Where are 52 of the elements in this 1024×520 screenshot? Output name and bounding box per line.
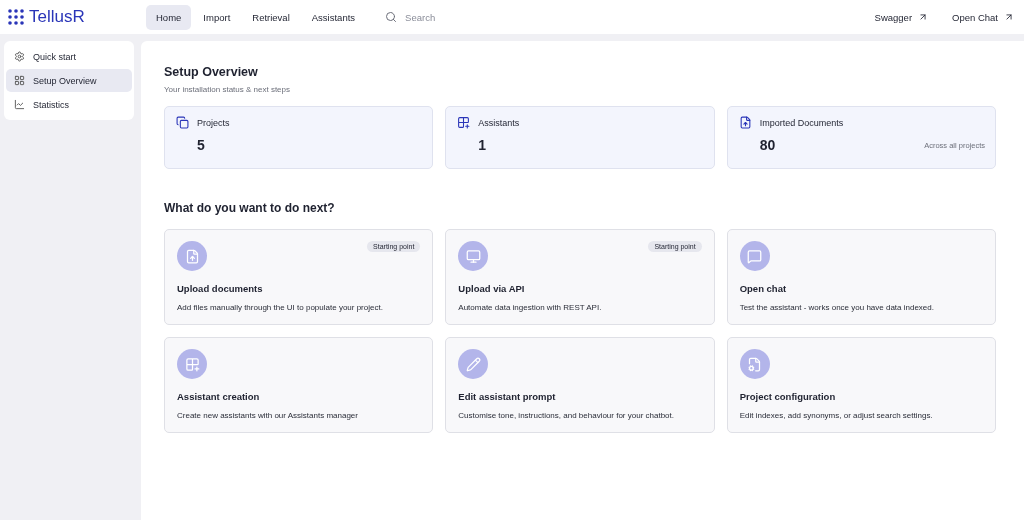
nav-tab[interactable]: Assistants — [301, 4, 366, 30]
action-description: Automate data ingestion with REST API. — [458, 303, 603, 312]
grid-plus-icon — [177, 349, 207, 379]
line-chart-icon — [14, 99, 25, 110]
grid-icon — [14, 75, 25, 86]
action-title: Upload documents — [177, 283, 264, 294]
stat-value: 80 — [759, 137, 776, 153]
sidebar-item[interactable]: Setup Overview — [6, 69, 132, 92]
action-card[interactable]: Open chat Test the assistant - works once you have data indexed. — [726, 229, 996, 325]
brand-name: TellusR — [29, 7, 85, 27]
action-card[interactable]: Project configuration Edit indexes, add synonyms, or adjust search settings. — [726, 337, 996, 433]
copy-icon — [176, 116, 189, 129]
action-description: Test the assistant - works once you have data indexed. — [739, 303, 935, 312]
file-gear-icon — [739, 349, 770, 379]
section-title: What do you want to do next? — [164, 201, 336, 215]
action-description: Edit indexes, add synonyms, or adjust search settings. — [739, 411, 934, 420]
nav-tab[interactable]: Retrieval — [242, 4, 300, 30]
monitor-icon — [458, 241, 489, 271]
header-link[interactable]: Swagger — [874, 11, 929, 23]
stat-label: Imported Documents — [759, 117, 844, 128]
stat-label: Projects — [197, 117, 230, 128]
stat-value: 5 — [197, 137, 205, 153]
action-title: Project configuration — [739, 391, 837, 402]
stat-value: 1 — [478, 137, 487, 153]
action-title: Edit assistant prompt — [458, 391, 557, 402]
external-link-icon — [1004, 12, 1014, 22]
file-upload-icon — [177, 241, 207, 271]
action-description: Customise tone, instructions, and behaviour for your chatbot. — [458, 411, 675, 420]
pencil-icon — [458, 349, 489, 379]
chat-icon — [739, 241, 770, 271]
action-title: Upload via API — [458, 283, 526, 294]
logo-icon — [8, 9, 24, 25]
page-title: Setup Overview — [164, 65, 259, 79]
action-title: Open chat — [739, 283, 788, 294]
file-upload-icon — [738, 116, 752, 129]
grid-plus-icon — [457, 116, 471, 129]
action-card[interactable]: Assistant creation Create new assistants with our Assistants manager — [164, 337, 434, 433]
search-icon — [385, 11, 398, 23]
action-title: Assistant creation — [177, 391, 261, 402]
header-link[interactable]: Open Chat — [952, 11, 1014, 23]
nav-tab[interactable]: Import — [193, 4, 241, 30]
sidebar-item[interactable]: Statistics — [6, 93, 132, 116]
external-link-icon — [918, 12, 929, 22]
action-description: Create new assistants with our Assistants manager — [177, 411, 359, 420]
search-field[interactable]: Search — [403, 10, 524, 24]
settings-icon — [14, 51, 25, 62]
stat-label: Assistants — [478, 117, 520, 128]
sidebar-item[interactable]: Quick start — [6, 45, 132, 68]
action-card[interactable]: Edit assistant prompt Customise tone, instructions, and behaviour for your chatbot. — [445, 337, 715, 433]
nav-tab[interactable]: Home — [146, 4, 192, 30]
page-subtitle: Your installation status & next steps — [164, 85, 291, 94]
action-description: Add files manually through the UI to populate your project. — [177, 303, 384, 312]
